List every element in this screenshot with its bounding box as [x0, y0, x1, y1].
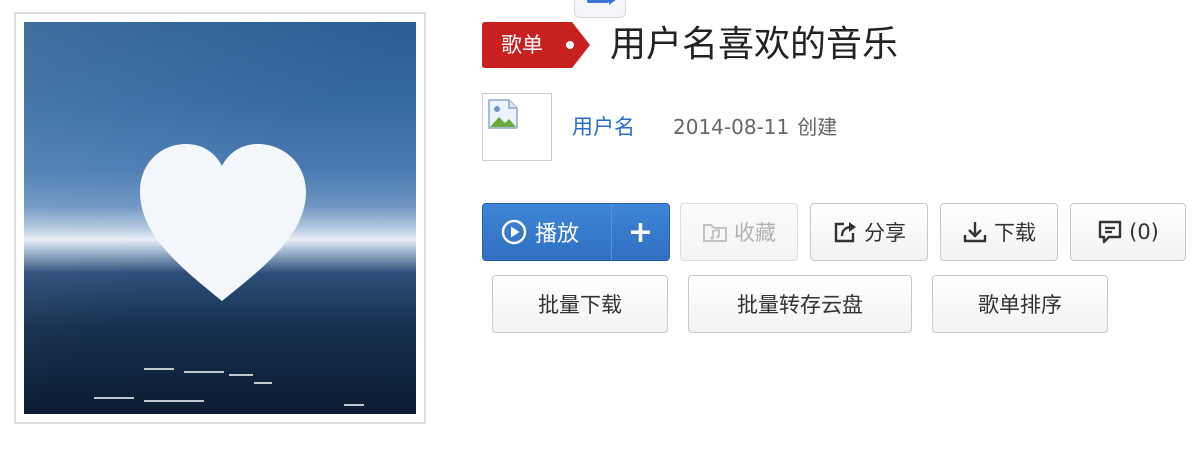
- creator-avatar[interactable]: [482, 93, 552, 161]
- comment-button[interactable]: (0): [1070, 203, 1186, 261]
- batch-save-to-cloud-button[interactable]: 批量转存云盘: [688, 275, 912, 333]
- download-label: 下载: [994, 221, 1036, 245]
- playlist-sort-label: 歌单排序: [978, 293, 1062, 317]
- top-overlay-icon: [574, 0, 626, 18]
- cover-image: [24, 22, 416, 414]
- batch-save-to-cloud-label: 批量转存云盘: [737, 293, 863, 317]
- created-date-value: 2014-08-11: [673, 115, 790, 139]
- playlist-title: 用户名喜欢的音乐: [610, 24, 899, 65]
- download-button[interactable]: 下载: [940, 203, 1058, 261]
- comment-bubble-icon: [1097, 219, 1123, 245]
- play-button-group: 播放 +: [482, 203, 670, 261]
- download-tray-icon: [962, 219, 988, 245]
- batch-download-label: 批量下载: [538, 293, 622, 317]
- folder-music-icon: [702, 220, 728, 244]
- collect-label: 收藏: [734, 221, 776, 245]
- comment-count: (0): [1129, 220, 1159, 244]
- add-to-queue-button[interactable]: +: [612, 204, 669, 260]
- playlist-sort-button[interactable]: 歌单排序: [932, 275, 1108, 333]
- batch-download-button[interactable]: 批量下载: [492, 275, 668, 333]
- share-button[interactable]: 分享: [810, 203, 928, 261]
- share-label: 分享: [864, 221, 906, 245]
- play-circle-icon: [501, 219, 527, 245]
- playlist-badge: 歌单: [482, 22, 590, 68]
- badge-label: 歌单: [501, 33, 543, 57]
- created-date: 2014-08-11 创建: [673, 113, 837, 141]
- heart-icon: [24, 22, 416, 414]
- created-label: 创建: [797, 115, 838, 139]
- share-arrow-icon: [832, 219, 858, 245]
- collect-button[interactable]: 收藏: [680, 203, 798, 261]
- play-label: 播放: [535, 222, 580, 247]
- broken-image-icon: [488, 99, 518, 129]
- play-button[interactable]: 播放: [483, 204, 611, 260]
- creator-name-link[interactable]: 用户名: [572, 113, 635, 141]
- playlist-cover[interactable]: [14, 12, 426, 424]
